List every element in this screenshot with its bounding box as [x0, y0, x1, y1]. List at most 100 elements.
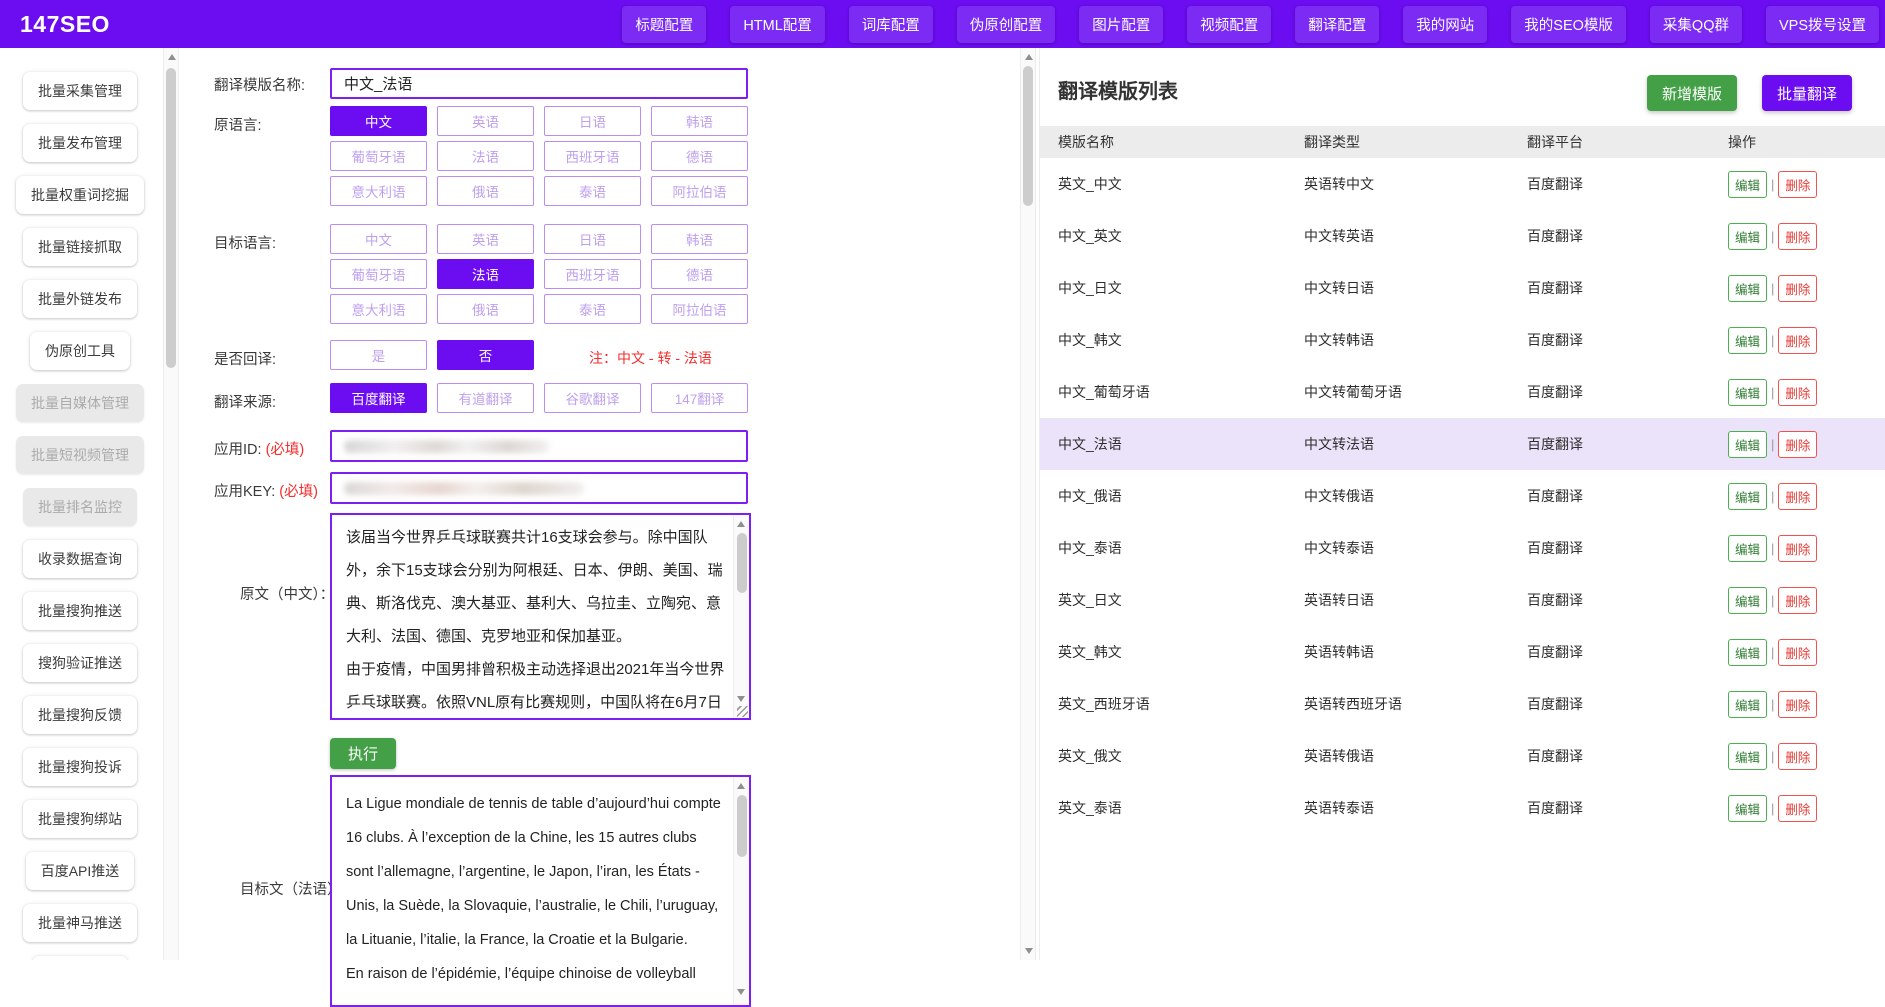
execute-button[interactable]: 执行 — [330, 738, 396, 769]
source-language-option[interactable]: 泰语 — [544, 176, 641, 206]
table-row[interactable]: 英文_俄文 英语转俄语 百度翻译 编辑 | 删除 — [1040, 730, 1885, 782]
edit-button[interactable]: 编辑 — [1728, 639, 1767, 666]
result-text-scrollbar[interactable] — [733, 777, 749, 1005]
translate-source-option[interactable]: 有道翻译 — [437, 383, 534, 413]
target-language-option[interactable]: 葡萄牙语 — [330, 259, 427, 289]
edit-button[interactable]: 编辑 — [1728, 379, 1767, 406]
translate-source-option[interactable]: 百度翻译 — [330, 383, 427, 413]
target-language-option[interactable]: 德语 — [651, 259, 748, 289]
template-name-input[interactable]: 中文_法语 — [330, 68, 748, 99]
source-language-option[interactable]: 俄语 — [437, 176, 534, 206]
sidebar-button[interactable]: 批量链接抓取 — [23, 228, 137, 266]
edit-button[interactable]: 编辑 — [1728, 327, 1767, 354]
sidebar-button[interactable]: 批量搜狗推送 — [23, 592, 137, 630]
delete-button[interactable]: 删除 — [1778, 639, 1817, 666]
source-language-option[interactable]: 葡萄牙语 — [330, 141, 427, 171]
edit-button[interactable]: 编辑 — [1728, 171, 1767, 198]
source-language-option[interactable]: 日语 — [544, 106, 641, 136]
batch-translate-button[interactable]: 批量翻译 — [1762, 75, 1852, 111]
source-language-option[interactable]: 德语 — [651, 141, 748, 171]
nav-item[interactable]: 我的网站 — [1403, 6, 1487, 43]
target-language-option[interactable]: 中文 — [330, 224, 427, 254]
nav-item[interactable]: 翻译配置 — [1295, 6, 1379, 43]
edit-button[interactable]: 编辑 — [1728, 587, 1767, 614]
nav-item[interactable]: 标题配置 — [622, 6, 706, 43]
nav-item[interactable]: 视频配置 — [1187, 6, 1271, 43]
delete-button[interactable]: 删除 — [1778, 691, 1817, 718]
edit-button[interactable]: 编辑 — [1728, 275, 1767, 302]
sidebar-button[interactable]: 批量搜狗绑站 — [23, 800, 137, 838]
table-row[interactable]: 英文_泰语 英语转泰语 百度翻译 编辑 | 删除 — [1040, 782, 1885, 834]
sidebar-button[interactable]: 伪原创工具 — [30, 332, 130, 370]
edit-button[interactable]: 编辑 — [1728, 431, 1767, 458]
source-language-option[interactable]: 韩语 — [651, 106, 748, 136]
table-row[interactable]: 中文_泰语 中文转泰语 百度翻译 编辑 | 删除 — [1040, 522, 1885, 574]
nav-item[interactable]: HTML配置 — [730, 6, 824, 43]
source-language-option[interactable]: 阿拉伯语 — [651, 176, 748, 206]
app-key-input[interactable] — [330, 472, 748, 504]
scroll-up-icon[interactable] — [737, 521, 745, 527]
source-language-option[interactable]: 法语 — [437, 141, 534, 171]
sidebar-scrollbar[interactable] — [163, 48, 179, 960]
original-text-area[interactable]: 该届当今世界乒乓球联赛共计16支球会参与。除中国队外，余下15支球会分别为阿根廷… — [330, 513, 751, 720]
source-language-option[interactable]: 中文 — [330, 106, 427, 136]
nav-item[interactable]: 图片配置 — [1079, 6, 1163, 43]
table-row[interactable]: 英文_中文 英语转中文 百度翻译 编辑 | 删除 — [1040, 158, 1885, 210]
edit-button[interactable]: 编辑 — [1728, 483, 1767, 510]
target-language-option[interactable]: 西班牙语 — [544, 259, 641, 289]
delete-button[interactable]: 删除 — [1778, 795, 1817, 822]
sidebar-button[interactable]: 批量神马推送 — [23, 904, 137, 942]
original-scrollbar-thumb[interactable] — [737, 533, 747, 593]
source-language-option[interactable]: 意大利语 — [330, 176, 427, 206]
sidebar-button[interactable]: 收录数据查询 — [23, 540, 137, 578]
sidebar-button[interactable]: 批量外链发布 — [23, 280, 137, 318]
target-language-option[interactable]: 英语 — [437, 224, 534, 254]
delete-button[interactable]: 删除 — [1778, 483, 1817, 510]
scroll-down-icon[interactable] — [737, 989, 745, 995]
scroll-up-icon[interactable] — [1025, 54, 1033, 60]
nav-item[interactable]: VPS拨号设置 — [1766, 6, 1879, 43]
sidebar-button[interactable]: 百度API推送 — [26, 852, 135, 890]
delete-button[interactable]: 删除 — [1778, 587, 1817, 614]
target-language-option[interactable]: 法语 — [437, 259, 534, 289]
table-row[interactable]: 中文_俄语 中文转俄语 百度翻译 编辑 | 删除 — [1040, 470, 1885, 522]
edit-button[interactable]: 编辑 — [1728, 691, 1767, 718]
edit-button[interactable]: 编辑 — [1728, 223, 1767, 250]
sidebar-button[interactable]: 搜狗验证推送 — [23, 644, 137, 682]
delete-button[interactable]: 删除 — [1778, 379, 1817, 406]
target-language-option[interactable]: 意大利语 — [330, 294, 427, 324]
result-text-area[interactable]: La Ligue mondiale de tennis de table d’a… — [330, 775, 751, 1007]
table-row[interactable]: 中文_葡萄牙语 中文转葡萄牙语 百度翻译 编辑 | 删除 — [1040, 366, 1885, 418]
back-translate-option[interactable]: 是 — [330, 340, 427, 370]
source-language-option[interactable]: 英语 — [437, 106, 534, 136]
delete-button[interactable]: 删除 — [1778, 431, 1817, 458]
edit-button[interactable]: 编辑 — [1728, 535, 1767, 562]
delete-button[interactable]: 删除 — [1778, 743, 1817, 770]
source-language-option[interactable]: 西班牙语 — [544, 141, 641, 171]
sidebar-button[interactable]: 批量自媒体管理 — [16, 384, 144, 422]
form-scrollbar-thumb[interactable] — [1023, 66, 1033, 206]
table-row[interactable]: 中文_法语 中文转法语 百度翻译 编辑 | 删除 — [1040, 418, 1885, 470]
table-row[interactable]: 中文_英文 中文转英语 百度翻译 编辑 | 删除 — [1040, 210, 1885, 262]
translate-source-option[interactable]: 147翻译 — [651, 383, 748, 413]
target-language-option[interactable]: 阿拉伯语 — [651, 294, 748, 324]
sidebar-button[interactable]: 批量排名监控 — [23, 488, 137, 526]
nav-item[interactable]: 伪原创配置 — [957, 6, 1056, 43]
table-row[interactable]: 英文_日文 英语转日语 百度翻译 编辑 | 删除 — [1040, 574, 1885, 626]
target-language-option[interactable]: 韩语 — [651, 224, 748, 254]
sidebar-button[interactable]: 批量发布管理 — [23, 124, 137, 162]
table-row[interactable]: 中文_韩文 中文转韩语 百度翻译 编辑 | 删除 — [1040, 314, 1885, 366]
table-row[interactable]: 英文_西班牙语 英语转西班牙语 百度翻译 编辑 | 删除 — [1040, 678, 1885, 730]
target-language-option[interactable]: 泰语 — [544, 294, 641, 324]
translate-source-option[interactable]: 谷歌翻译 — [544, 383, 641, 413]
form-panel-scrollbar[interactable] — [1020, 48, 1036, 960]
delete-button[interactable]: 删除 — [1778, 535, 1817, 562]
delete-button[interactable]: 删除 — [1778, 327, 1817, 354]
app-id-input[interactable] — [330, 430, 748, 462]
delete-button[interactable]: 删除 — [1778, 223, 1817, 250]
nav-item[interactable]: 我的SEO模版 — [1511, 6, 1626, 43]
sidebar-button[interactable]: 批量短视频管理 — [16, 436, 144, 474]
nav-item[interactable]: 采集QQ群 — [1650, 6, 1742, 43]
delete-button[interactable]: 删除 — [1778, 171, 1817, 198]
nav-item[interactable]: 词库配置 — [849, 6, 933, 43]
